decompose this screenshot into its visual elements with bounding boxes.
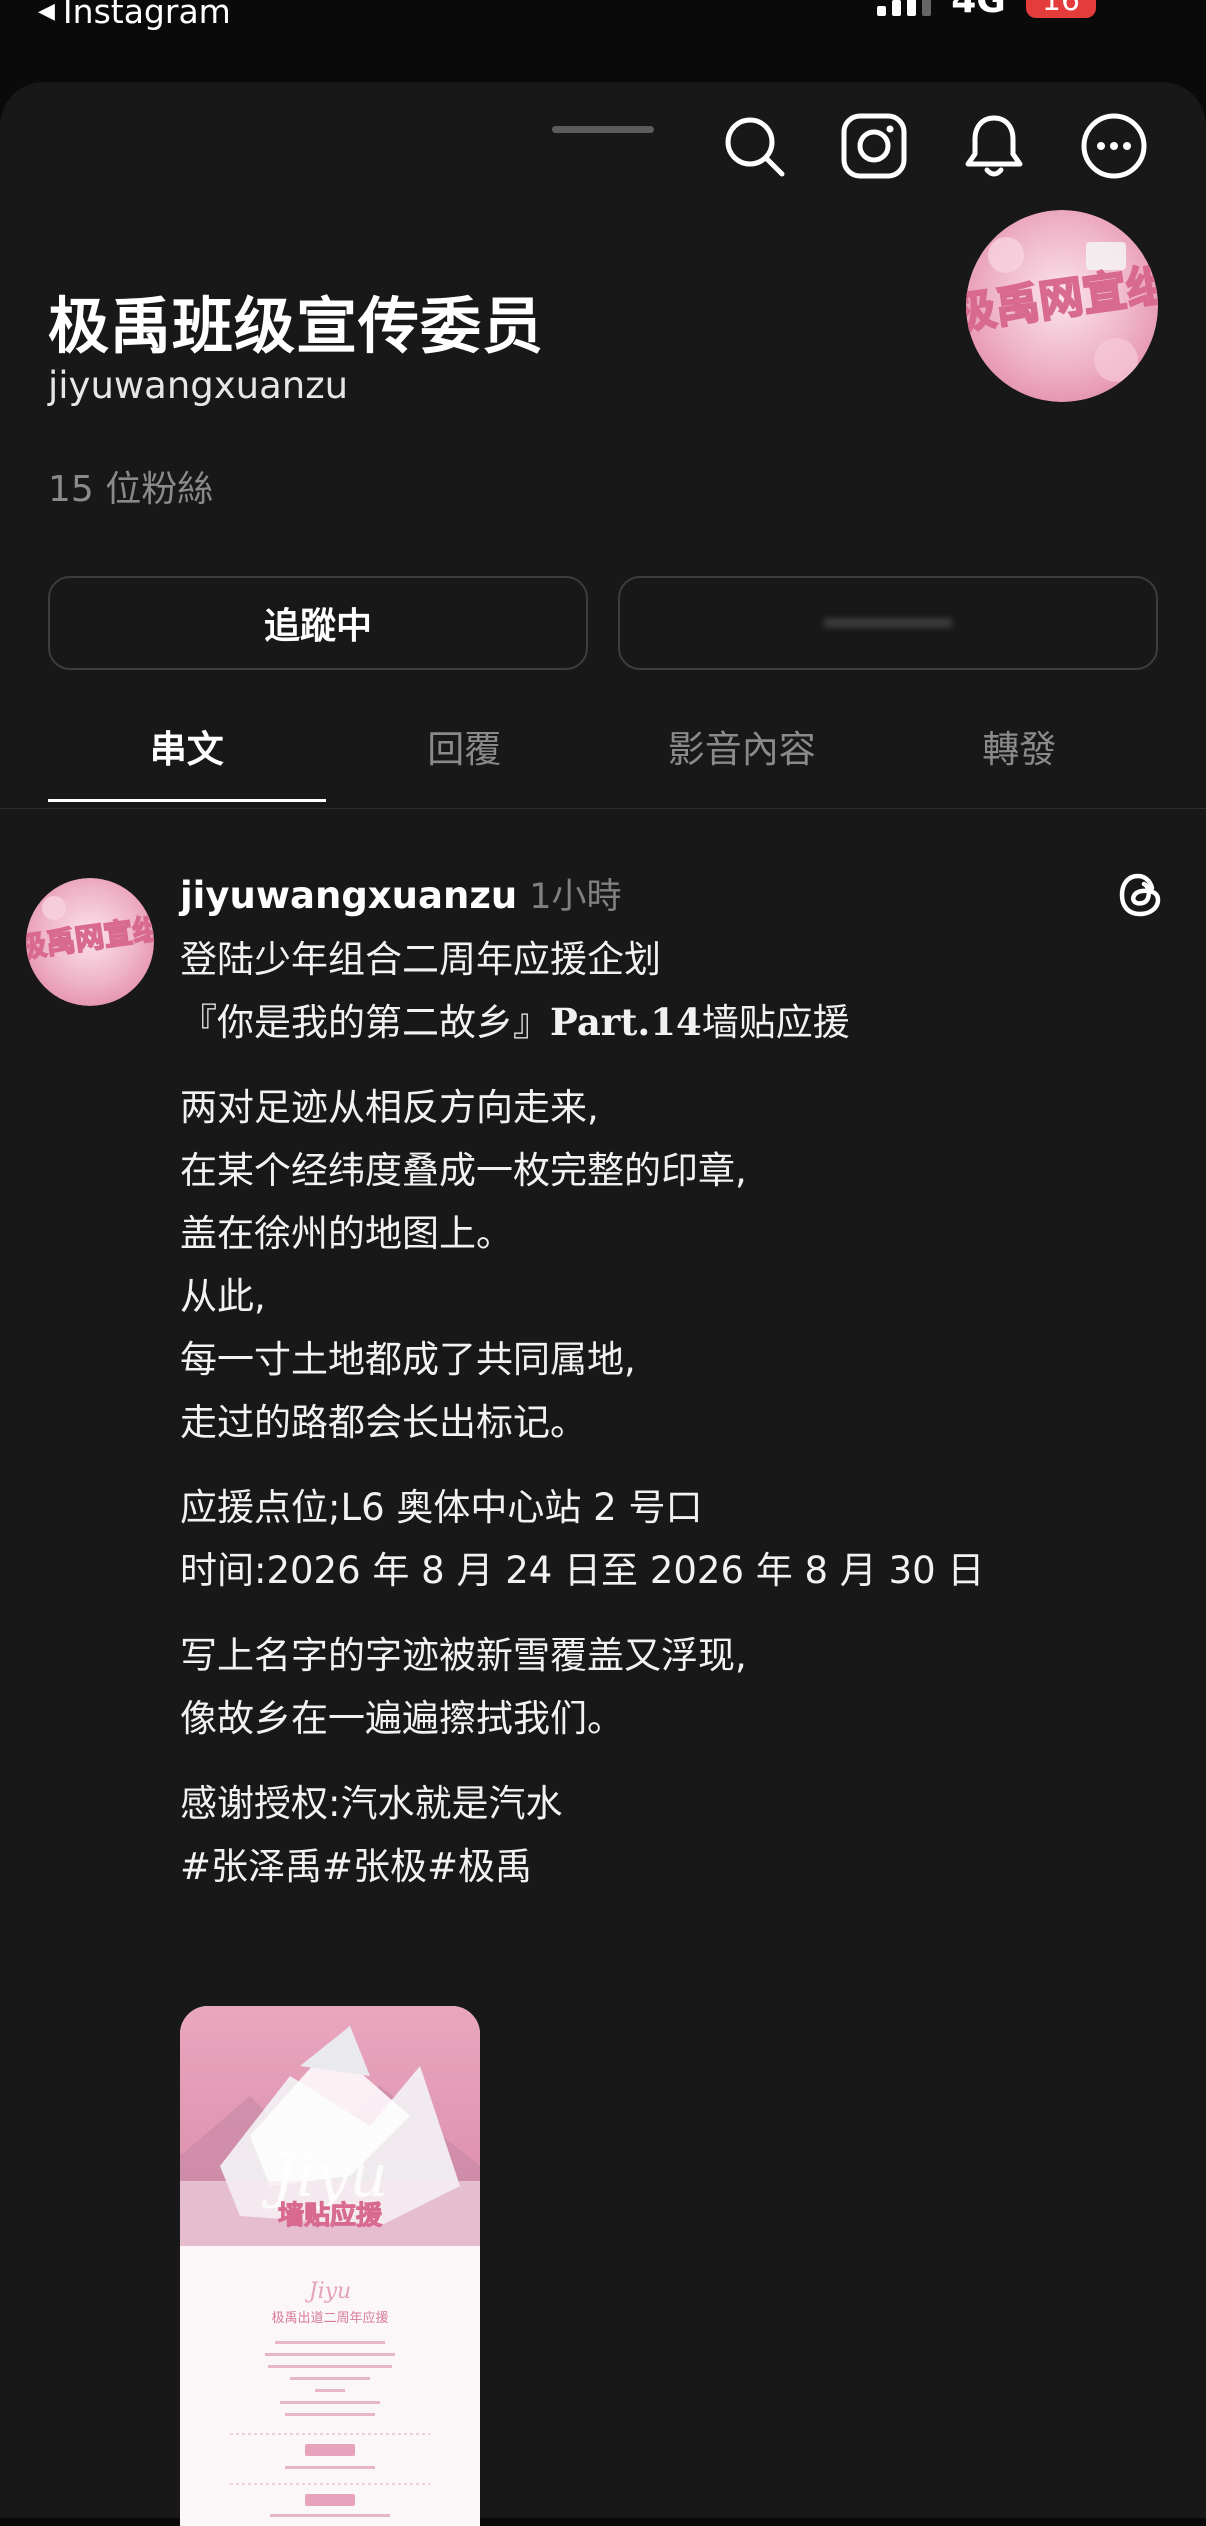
title-line-2: 『你是我的第二故乡』Part.14墙贴应援 (180, 1000, 850, 1044)
profile-handle[interactable]: jiyuwangxuanzu (48, 364, 348, 407)
network-type: 4G (951, 0, 1006, 21)
search-icon[interactable] (720, 112, 788, 180)
profile-name: 极禹班级宣传委员 (48, 291, 545, 362)
post-credit: 感谢授权:汽水就是汽水 (180, 1782, 563, 1825)
blurred-label (823, 618, 953, 628)
post-header: jiyuwangxuanzu 1小時 (180, 868, 621, 919)
post-avatar[interactable]: 极禹网宣组 (26, 878, 154, 1006)
battery-indicator: 16 (1025, 0, 1096, 18)
profile-avatar[interactable]: 极禹网宣组 (966, 210, 1158, 402)
post-title: 登陆少年组合二周年应援企划『你是我的第二故乡』Part.14墙贴应援 (180, 928, 1140, 1054)
instagram-icon[interactable] (840, 112, 908, 180)
media-subtitle: 极禹出道二周年应援 (271, 2310, 388, 2326)
post-content: 登陆少年组合二周年应援企划『你是我的第二故乡』Part.14墙贴应援 两对足迹从… (180, 928, 1140, 1920)
tab-media[interactable]: 影音內容 (603, 720, 881, 810)
status-bar: ◀ Instagram 4G 16 (0, 0, 1206, 40)
post-username[interactable]: jiyuwangxuanzu (180, 874, 517, 917)
more-options-icon[interactable] (1080, 112, 1148, 180)
status-indicators: 4G 16 (877, 0, 1096, 21)
top-toolbar (720, 112, 1148, 180)
notification-bell-icon[interactable] (960, 112, 1028, 180)
post-location: 应援点位;L6 奥体中心站 2 号口 (180, 1486, 703, 1529)
tab-divider (0, 808, 1206, 809)
post-poem: 两对足迹从相反方向走来, 在某个经纬度叠成一枚完整的印章, 盖在徐州的地图上。 从此,… (180, 1086, 747, 1444)
title-line-1: 登陆少年组合二周年应援企划 (180, 938, 661, 981)
post-hashtags[interactable]: #张泽禹#张极#极禹 (180, 1835, 1140, 1898)
post-credit-block: 感谢授权:汽水就是汽水 #张泽禹#张极#极禹 (180, 1772, 1140, 1898)
sheet-grabber[interactable] (552, 126, 654, 133)
back-to-app[interactable]: ◀ Instagram (38, 0, 231, 31)
post-image[interactable]: Jiyu 墙贴应援 Jiyu 极禹出道二周年应援 (180, 2006, 480, 2526)
followers-count[interactable]: 15 位粉絲 (48, 460, 213, 512)
mention-button[interactable] (618, 576, 1158, 670)
profile-tabs: 串文 回覆 影音內容 轉發 (48, 720, 1158, 810)
following-button-label: 追蹤中 (263, 606, 372, 647)
post-date-range: 时间:2026 年 8 月 24 日至 2026 年 8 月 30 日 (180, 1549, 985, 1592)
post-timestamp: 1小時 (529, 877, 622, 917)
post-event-info: 应援点位;L6 奥体中心站 2 号口时间:2026 年 8 月 24 日至 20… (180, 1476, 1140, 1602)
media-heading: 墙贴应援 (278, 2200, 383, 2231)
tab-replies[interactable]: 回覆 (326, 720, 604, 810)
following-button[interactable]: 追蹤中 (48, 576, 588, 670)
back-arrow-icon: ◀ (38, 0, 55, 24)
svg-text:Jiyu: Jiyu (305, 2279, 351, 2304)
back-app-label: Instagram (62, 0, 231, 31)
tab-reposts[interactable]: 轉發 (881, 720, 1159, 810)
tab-threads[interactable]: 串文 (48, 720, 326, 810)
post-closing: 写上名字的字迹被新雪覆盖又浮现, 像故乡在一遍遍擦拭我们。 (180, 1634, 747, 1740)
signal-icon (877, 0, 932, 16)
threads-icon[interactable] (1114, 868, 1168, 922)
